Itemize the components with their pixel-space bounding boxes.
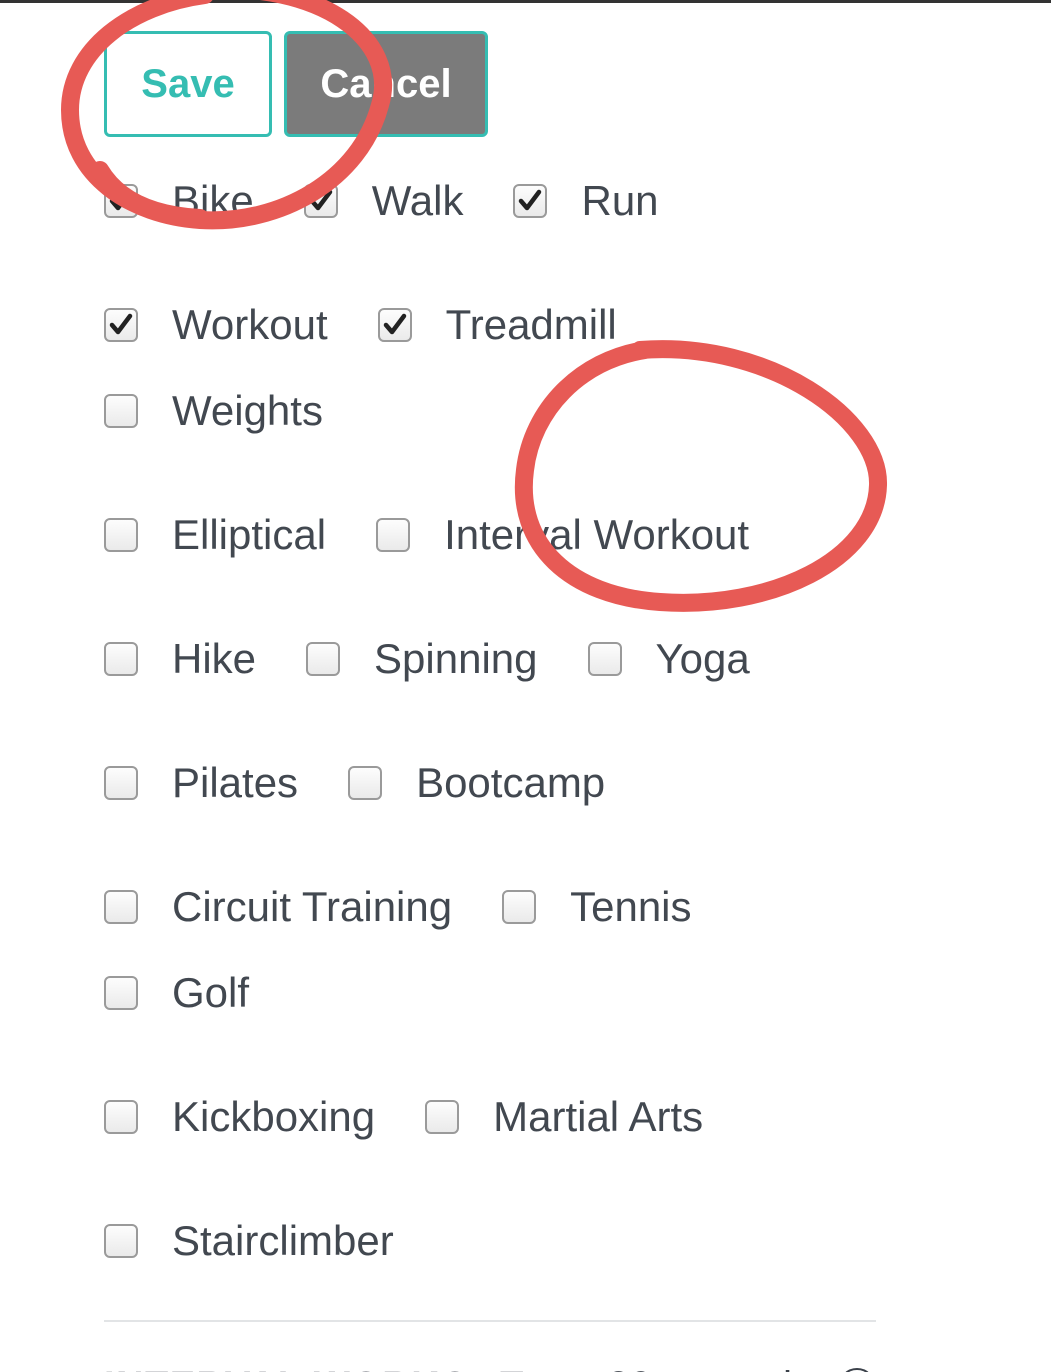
activity-item[interactable]: Tennis [502,883,691,931]
activity-label: Treadmill [446,301,617,349]
activity-item[interactable]: Yoga [588,635,750,683]
checkbox[interactable] [104,890,138,924]
activity-label: Circuit Training [172,883,452,931]
activities-list: Bike Walk Run Workout Treadmill Weights Ellipt… [0,137,820,1265]
checkbox[interactable] [376,518,410,552]
cancel-button[interactable]: Cancel [284,31,488,137]
activity-item[interactable]: Weights [104,387,323,435]
checkbox[interactable] [104,1224,138,1258]
save-button[interactable]: Save [104,31,272,137]
checkbox[interactable] [304,184,338,218]
activity-item[interactable]: Golf [104,969,249,1017]
activity-label: Weights [172,387,323,435]
activity-item[interactable]: Stairclimber [104,1217,394,1265]
activity-item[interactable]: Circuit Training [104,883,452,931]
activity-item[interactable]: Workout [104,301,328,349]
activity-item[interactable]: Treadmill [378,301,617,349]
checkbox[interactable] [104,518,138,552]
checkbox[interactable] [104,184,138,218]
checkbox[interactable] [104,976,138,1010]
activity-label: Walk [372,177,464,225]
activity-item[interactable]: Pilates [104,759,298,807]
activity-label: Stairclimber [172,1217,394,1265]
activity-item[interactable]: Interval Workout [376,511,749,559]
chevron-down-icon[interactable] [838,1368,876,1372]
activity-label: Bootcamp [416,759,605,807]
activity-label: Run [581,177,658,225]
checkbox[interactable] [104,1100,138,1134]
interval-workout-label: INTERVAL WORKOUT [104,1365,525,1372]
activity-label: Spinning [374,635,537,683]
activity-item[interactable]: Bike [104,177,254,225]
activity-label: Interval Workout [444,511,749,559]
interval-workout-row[interactable]: INTERVAL WORKOUT 30 seconds [104,1322,876,1372]
activity-label: Elliptical [172,511,326,559]
activity-item[interactable]: Hike [104,635,256,683]
activity-label: Golf [172,969,249,1017]
activity-item[interactable]: Spinning [306,635,537,683]
checkbox[interactable] [588,642,622,676]
activity-label: Bike [172,177,254,225]
checkbox[interactable] [104,766,138,800]
checkbox[interactable] [306,642,340,676]
interval-workout-value-group: 30 seconds [607,1364,876,1372]
activity-label: Yoga [656,635,750,683]
checkbox[interactable] [513,184,547,218]
activity-item[interactable]: Walk [304,177,464,225]
activity-label: Hike [172,635,256,683]
checkbox[interactable] [104,642,138,676]
checkbox[interactable] [378,308,412,342]
activity-label: Tennis [570,883,691,931]
activity-label: Kickboxing [172,1093,375,1141]
checkbox[interactable] [348,766,382,800]
activity-item[interactable]: Bootcamp [348,759,605,807]
activity-item[interactable]: Run [513,177,658,225]
activity-item[interactable]: Martial Arts [425,1093,703,1141]
interval-workout-value: 30 seconds [607,1364,812,1372]
activity-label: Martial Arts [493,1093,703,1141]
activity-label: Pilates [172,759,298,807]
checkbox[interactable] [502,890,536,924]
checkbox[interactable] [104,308,138,342]
checkbox[interactable] [104,394,138,428]
activity-item[interactable]: Elliptical [104,511,326,559]
activity-item[interactable]: Kickboxing [104,1093,375,1141]
checkbox[interactable] [425,1100,459,1134]
button-row: Save Cancel [0,3,1051,137]
activity-label: Workout [172,301,328,349]
